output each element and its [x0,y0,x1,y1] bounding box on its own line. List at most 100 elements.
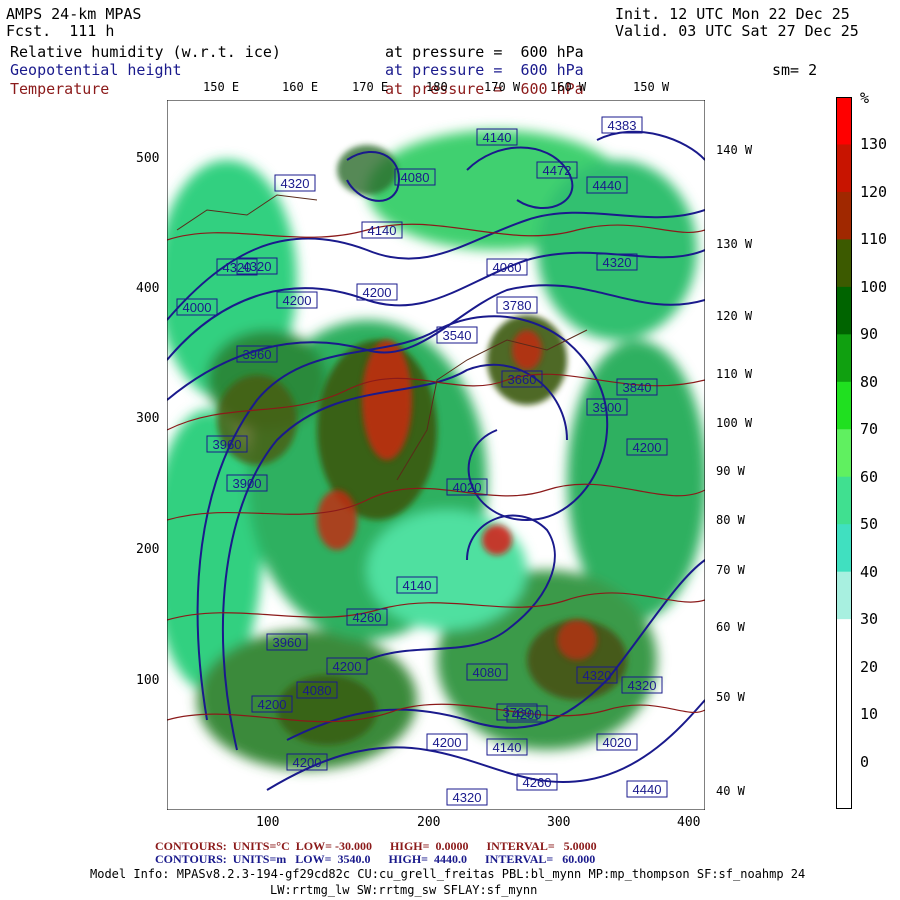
right-lon-label: 80 W [716,513,745,527]
svg-text:3840: 3840 [623,380,652,395]
height-contour-label: 4080 [466,663,508,681]
field-height-name: Geopotential height [10,61,182,79]
colorbar-segment [836,239,852,288]
height-contour-label: 4320 [446,788,488,806]
height-contour-label: 3960 [206,435,248,453]
colorbar-segment [836,191,852,240]
y-tick-label: 500 [136,151,160,166]
height-contour-label: 3900 [226,474,268,492]
field-height-level: at pressure = 600 hPa [385,61,584,79]
svg-text:3780: 3780 [503,298,532,313]
svg-text:4320: 4320 [453,790,482,805]
svg-text:4200: 4200 [433,735,462,750]
colorbar-segment [836,476,852,525]
y-tick-label: 400 [136,281,160,296]
colorbar-label: 60 [860,467,879,486]
colorbar-segment [836,97,852,145]
svg-text:4060: 4060 [493,260,522,275]
colorbar-segment [836,429,852,478]
height-contour-label: 4080 [394,168,436,186]
top-lon-label: 180 [426,80,448,94]
height-contour-label: 4260 [346,608,388,626]
svg-text:4320: 4320 [281,176,310,191]
colorbar-segment [836,381,852,430]
svg-text:4440: 4440 [633,782,662,797]
svg-text:4200: 4200 [283,293,312,308]
svg-text:4320: 4320 [583,668,612,683]
svg-text:4140: 4140 [483,130,512,145]
svg-text:4260: 4260 [353,610,382,625]
height-contour-label: 3900 [586,398,628,416]
height-contour-label: 3660 [501,370,543,388]
colorbar-segment [836,334,852,383]
y-tick-label: 100 [136,673,160,688]
colorbar-label: 70 [860,420,879,439]
right-lon-label: 100 W [716,416,753,430]
smoothing-label: sm= 2 [772,61,818,79]
x-tick-label: 400 [677,815,701,830]
forecast-map: 4140 4383 4472 4440 4320 4080 4140 4320 4060 4320… [167,100,705,810]
svg-text:4200: 4200 [258,697,287,712]
height-contour-label: 4200 [426,733,468,751]
height-contour-label: 4000 [176,298,218,316]
svg-text:4080: 4080 [473,665,502,680]
height-contour-label: 4320 [621,676,663,694]
height-contour-label: 4260 [516,773,558,791]
svg-text:4320: 4320 [628,678,657,693]
right-lon-label: 130 W [716,237,753,251]
right-lon-label: 140 W [716,143,753,157]
svg-text:4320: 4320 [603,255,632,270]
colorbar-unit: % [860,89,870,107]
forecast-hour: Fcst. 111 h [6,22,115,40]
svg-text:4200: 4200 [333,659,362,674]
colorbar-label: 110 [860,230,888,249]
y-tick-label: 300 [136,411,160,426]
height-contour-label: 4020 [446,478,488,496]
height-contour-label: 3540 [436,326,478,344]
svg-text:4080: 4080 [401,170,430,185]
height-contour-label: 3840 [616,378,658,396]
svg-text:4140: 4140 [368,223,397,238]
svg-text:4020: 4020 [603,735,632,750]
init-time: Init. 12 UTC Mon 22 Dec 25 [615,5,850,23]
top-lon-label: 150 E [203,80,240,94]
height-contour-label: 4060 [486,258,528,276]
svg-text:3960: 3960 [243,347,272,362]
right-lon-label: 90 W [716,464,745,478]
colorbar-label: 130 [860,135,888,154]
height-contour-label: 4200 [326,657,368,675]
colorbar-label: 40 [860,562,879,581]
svg-text:3900: 3900 [593,400,622,415]
svg-text:4200: 4200 [363,285,392,300]
svg-text:4440: 4440 [593,178,622,193]
svg-text:4020: 4020 [453,480,482,495]
svg-text:4200: 4200 [633,440,662,455]
svg-text:3660: 3660 [508,372,537,387]
height-contour-label: 4020 [596,733,638,751]
colorbar-segment [836,619,852,668]
svg-text:4200: 4200 [513,707,542,722]
colorbar-label: 80 [860,372,879,391]
top-lon-label: 160 E [282,80,319,94]
top-lon-label: 150 W [633,80,670,94]
colorbar-segment [836,714,852,763]
right-lon-label: 40 W [716,784,745,798]
height-contour-label: 4320 [596,253,638,271]
right-lon-label: 50 W [716,690,745,704]
height-contour-label: 4200 [286,753,328,771]
top-lon-label: 170 E [352,80,389,94]
model-title: AMPS 24-km MPAS [6,5,142,23]
x-tick-label: 200 [417,815,441,830]
height-contour-label: 4440 [586,176,628,194]
colorbar-label: 50 [860,515,879,534]
height-contour-label: 4200 [506,705,548,723]
height-contour-label: 4200 [251,695,293,713]
colorbar-label: 90 [860,325,879,344]
right-lon-label: 120 W [716,309,753,323]
svg-text:4000: 4000 [183,300,212,315]
footer-model-info-2: LW:rrtmg_lw SW:rrtmg_sw SFLAY:sf_mynn [270,883,538,897]
height-contour-label: 4320 [274,174,316,192]
height-contour-label: 4080 [296,681,338,699]
colorbar-segment [836,571,852,620]
x-tick-label: 300 [547,815,571,830]
